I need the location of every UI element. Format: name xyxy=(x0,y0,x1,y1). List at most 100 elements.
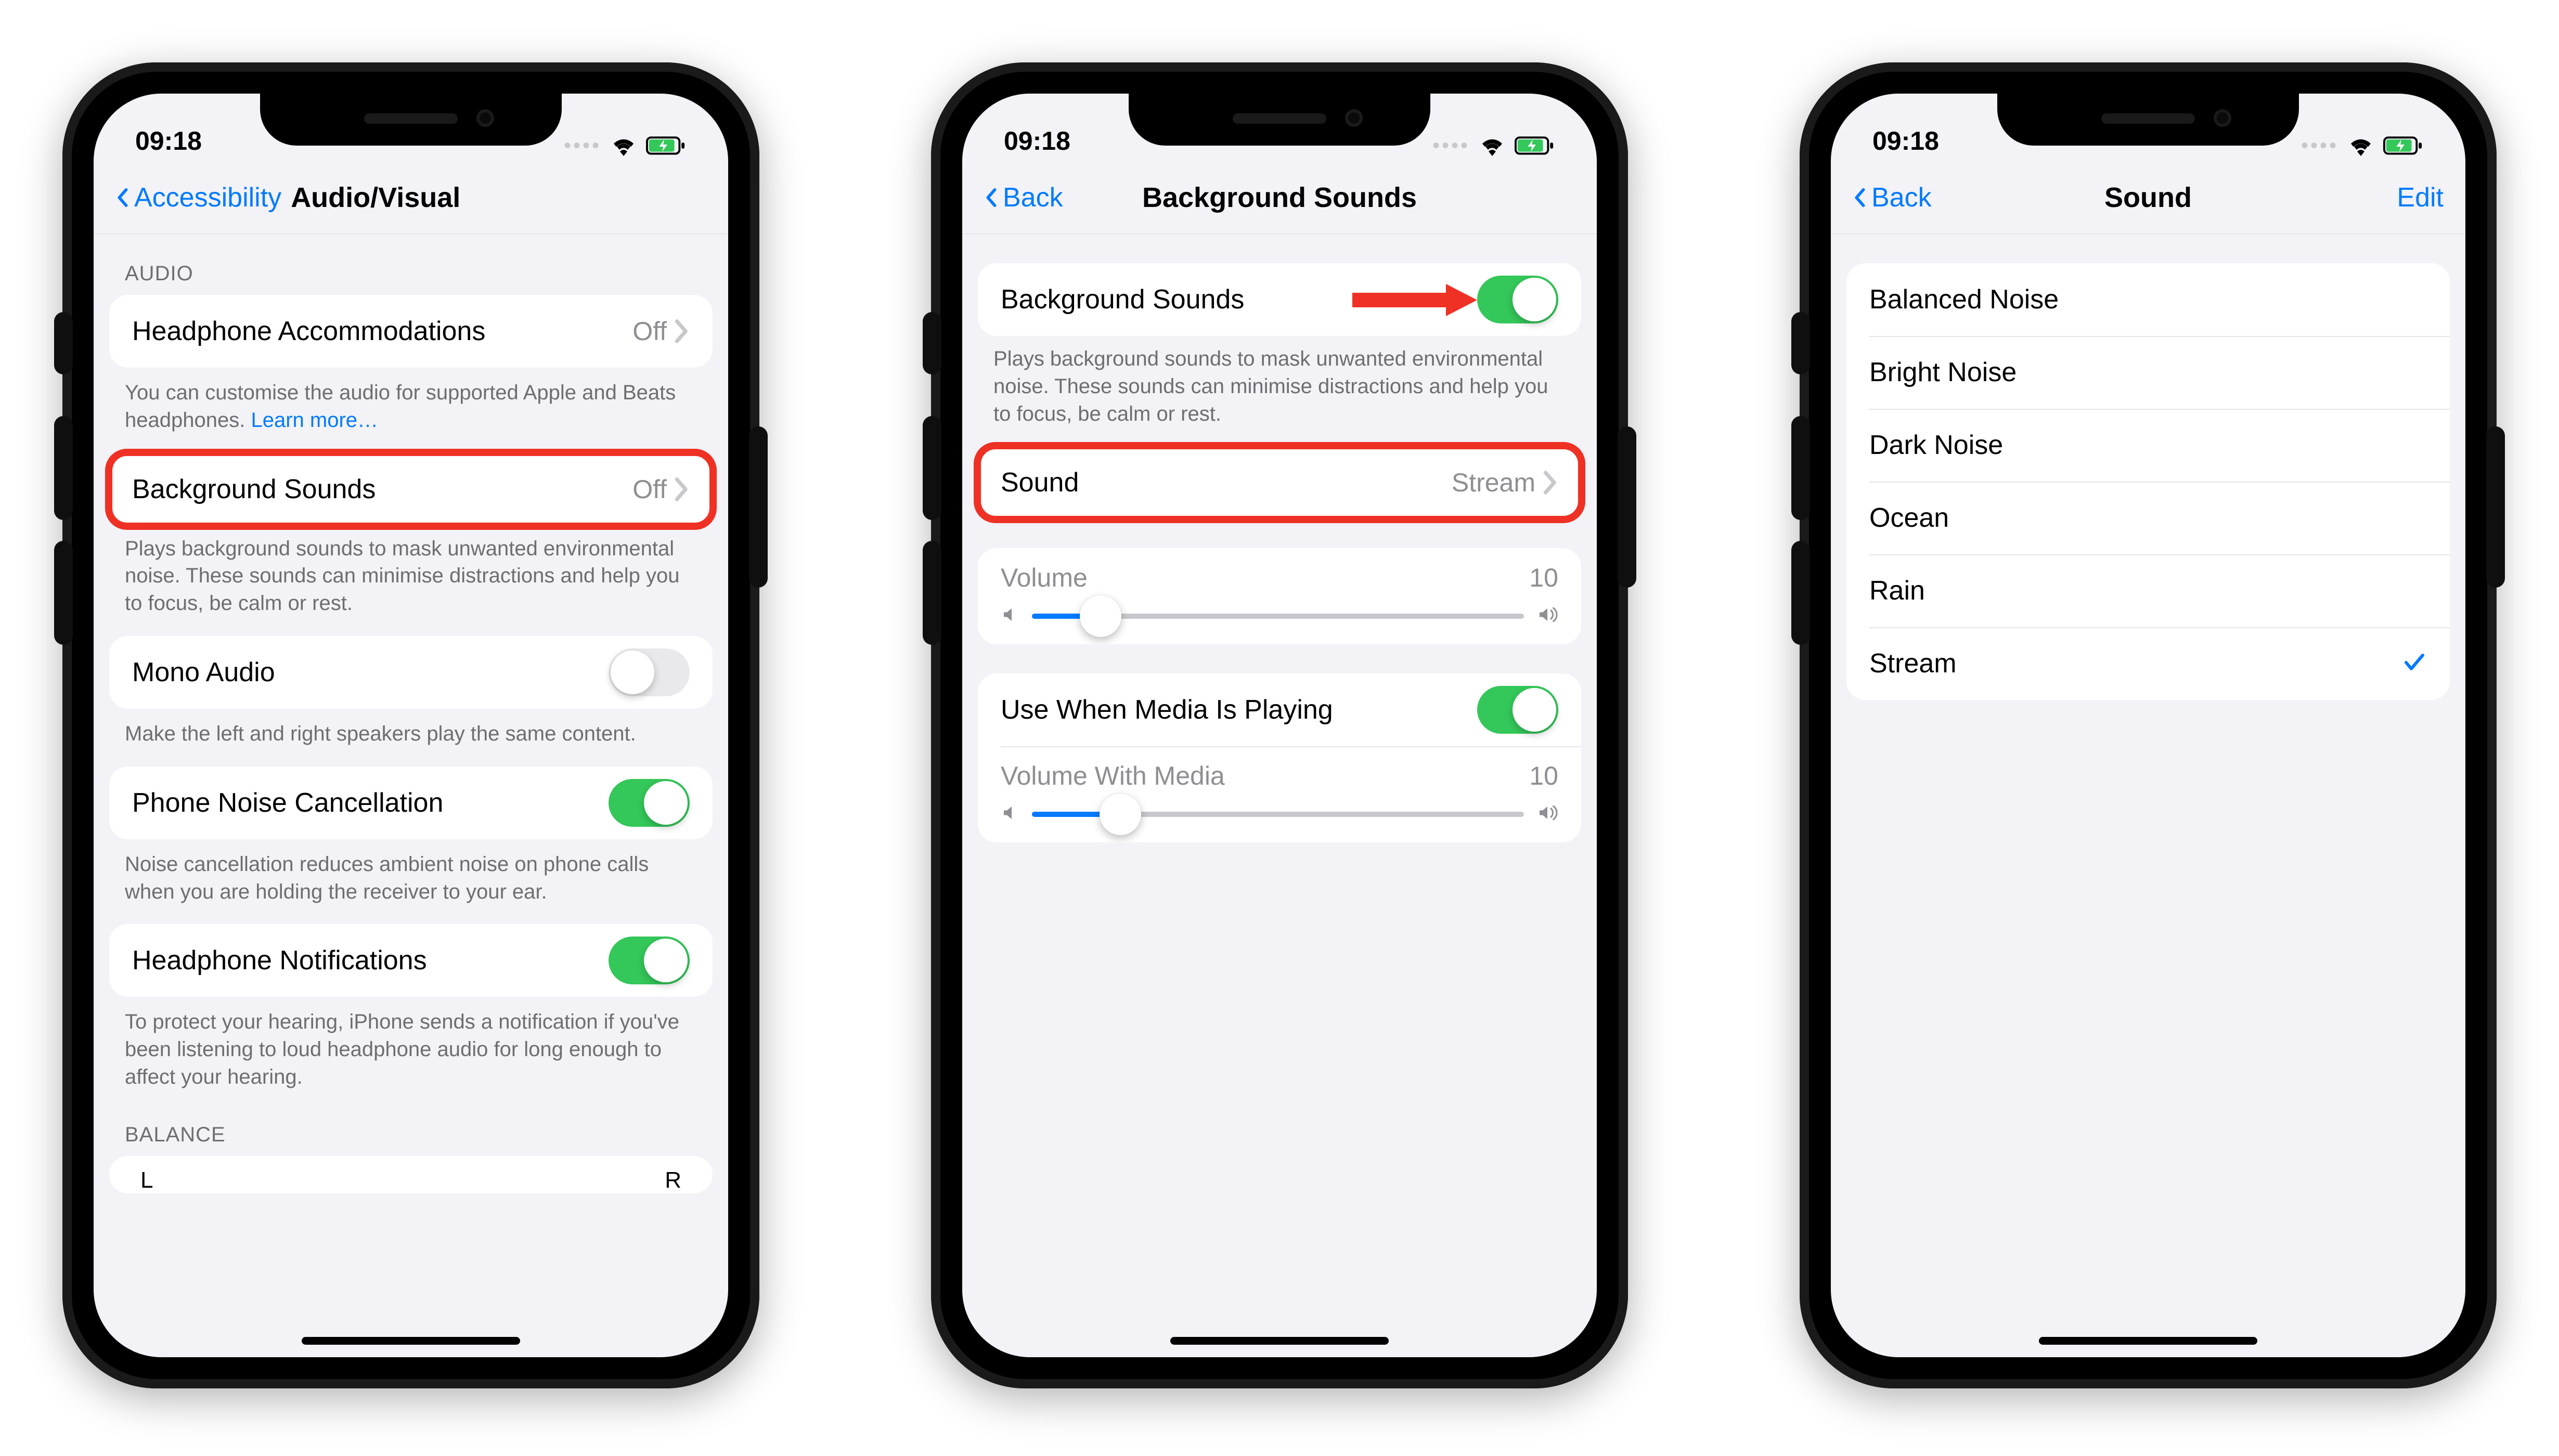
row-background-sounds-toggle[interactable]: Background Sounds xyxy=(978,263,1581,336)
notch xyxy=(1129,94,1430,146)
row-label: Phone Noise Cancellation xyxy=(132,787,609,818)
row-label: Mono Audio xyxy=(132,657,609,688)
battery-charging-icon xyxy=(2383,135,2424,156)
row-sound-option[interactable]: Bright Noise xyxy=(1846,336,2450,409)
back-button[interactable]: Back xyxy=(1850,182,1932,213)
row-label: Background Sounds xyxy=(132,474,632,505)
volume-down-button xyxy=(1791,541,1810,645)
row-value: Off xyxy=(632,474,667,504)
status-time: 09:18 xyxy=(135,126,202,156)
status-time: 09:18 xyxy=(1872,126,1939,156)
row-sound-option[interactable]: Dark Noise xyxy=(1846,409,2450,482)
group-media: Use When Media Is Playing Volume With Me… xyxy=(978,673,1581,842)
volume-up-button xyxy=(54,416,73,520)
volume-slider[interactable] xyxy=(1032,614,1524,619)
learn-more-link[interactable]: Learn more… xyxy=(251,409,378,432)
battery-charging-icon xyxy=(646,135,687,156)
toggle-mono-audio[interactable] xyxy=(609,648,690,696)
row-label: Background Sounds xyxy=(1001,284,1477,315)
row-label: Stream xyxy=(1869,648,2402,679)
footer-noise-cancellation: Noise cancellation reduces ambient noise… xyxy=(94,841,728,910)
toggle-headphone-notifications[interactable] xyxy=(609,937,690,984)
group-balance: L R xyxy=(109,1156,713,1193)
volume-mute-button xyxy=(923,312,941,374)
row-value: Stream xyxy=(1452,467,1535,498)
volume-up-button xyxy=(923,416,941,520)
row-use-when-media[interactable]: Use When Media Is Playing xyxy=(978,673,1581,746)
speaker-low-icon xyxy=(1001,605,1019,627)
wifi-icon xyxy=(611,135,637,156)
nav-bar: Accessibility Audio/Visual xyxy=(94,161,728,234)
speaker-high-icon xyxy=(1536,605,1558,627)
row-volume-with-media[interactable]: Volume With Media 10 xyxy=(978,746,1581,842)
toggle-use-when-media[interactable] xyxy=(1477,686,1558,734)
group-sound-picker: Sound Stream xyxy=(978,446,1581,519)
group-noise-cancellation: Phone Noise Cancellation xyxy=(109,766,713,839)
volume-media-slider[interactable] xyxy=(1032,812,1524,817)
row-label: Headphone Accommodations xyxy=(132,316,632,347)
row-sound-option[interactable]: Rain xyxy=(1846,554,2450,627)
back-label: Back xyxy=(1003,182,1063,213)
row-label: Bright Noise xyxy=(1869,357,2427,388)
row-label: Balanced Noise xyxy=(1869,284,2427,315)
row-sound[interactable]: Sound Stream xyxy=(978,446,1581,519)
back-label: Accessibility xyxy=(134,182,281,213)
group-sound-options: Balanced Noise Bright Noise Dark Noise Ocea… xyxy=(1846,263,2450,700)
group-bgs-toggle: Background Sounds xyxy=(978,263,1581,336)
section-header-audio: AUDIO xyxy=(94,234,728,295)
page-title: Audio/Visual xyxy=(291,181,460,214)
row-mono-audio[interactable]: Mono Audio xyxy=(109,636,713,709)
row-phone-noise-cancellation[interactable]: Phone Noise Cancellation xyxy=(109,766,713,839)
row-label: Sound xyxy=(1001,467,1452,498)
page-title: Sound xyxy=(2104,181,2192,214)
phone-mockup-1: 09:18 •••• Accessibility Audio/Visual xyxy=(62,62,759,1388)
row-label: Dark Noise xyxy=(1869,430,2427,461)
volume-label: Volume xyxy=(1001,563,1088,593)
row-headphone-notifications[interactable]: Headphone Notifications xyxy=(109,924,713,997)
nav-bar: Back Background Sounds xyxy=(962,161,1597,234)
nav-bar: Back Sound Edit xyxy=(1831,161,2465,234)
volume-media-value: 10 xyxy=(1529,761,1558,791)
row-headphone-accommodations[interactable]: Headphone Accommodations Off xyxy=(109,295,713,368)
battery-charging-icon xyxy=(1515,135,1555,156)
back-button[interactable]: Accessibility xyxy=(112,182,281,213)
volume-down-button xyxy=(923,541,941,645)
row-sound-option[interactable]: Balanced Noise xyxy=(1846,263,2450,336)
row-sound-option[interactable]: Stream xyxy=(1846,627,2450,700)
row-volume[interactable]: Volume 10 xyxy=(978,548,1581,644)
side-power-button xyxy=(2486,426,2505,588)
footer-bgs-toggle: Plays background sounds to mask unwanted… xyxy=(962,336,1597,432)
group-headphone-notifications: Headphone Notifications xyxy=(109,924,713,997)
volume-mute-button xyxy=(54,312,73,374)
side-power-button xyxy=(1618,426,1636,588)
status-time: 09:18 xyxy=(1004,126,1070,156)
group-headphone-accommodations: Headphone Accommodations Off xyxy=(109,295,713,368)
back-label: Back xyxy=(1871,182,1932,213)
home-indicator[interactable] xyxy=(302,1337,520,1345)
home-indicator[interactable] xyxy=(1170,1337,1389,1345)
volume-value: 10 xyxy=(1529,563,1558,593)
footer-headphone-accommodations: You can customise the audio for supporte… xyxy=(94,370,728,438)
balance-left-label: L xyxy=(140,1167,153,1193)
back-button[interactable]: Back xyxy=(981,182,1063,213)
chevron-right-icon xyxy=(674,477,690,502)
speaker-low-icon xyxy=(1001,803,1019,825)
balance-indicator: L R xyxy=(109,1162,713,1193)
group-volume: Volume 10 xyxy=(978,548,1581,644)
phone-mockup-3: 09:18 •••• Back Sound Edit Balanced Nois… xyxy=(1800,62,2497,1388)
row-label: Ocean xyxy=(1869,502,2427,534)
row-label: Rain xyxy=(1869,575,2427,606)
cellular-icon: •••• xyxy=(564,135,601,156)
toggle-background-sounds[interactable] xyxy=(1477,276,1558,323)
volume-mute-button xyxy=(1791,312,1810,374)
row-sound-option[interactable]: Ocean xyxy=(1846,482,2450,554)
side-power-button xyxy=(749,426,768,588)
volume-down-button xyxy=(54,541,73,645)
chevron-right-icon xyxy=(1543,470,1558,495)
row-background-sounds[interactable]: Background Sounds Off xyxy=(109,453,713,526)
toggle-noise-cancellation[interactable] xyxy=(609,779,690,827)
group-background-sounds: Background Sounds Off xyxy=(109,453,713,526)
group-mono-audio: Mono Audio xyxy=(109,636,713,709)
home-indicator[interactable] xyxy=(2039,1337,2257,1345)
edit-button[interactable]: Edit xyxy=(2397,182,2444,213)
